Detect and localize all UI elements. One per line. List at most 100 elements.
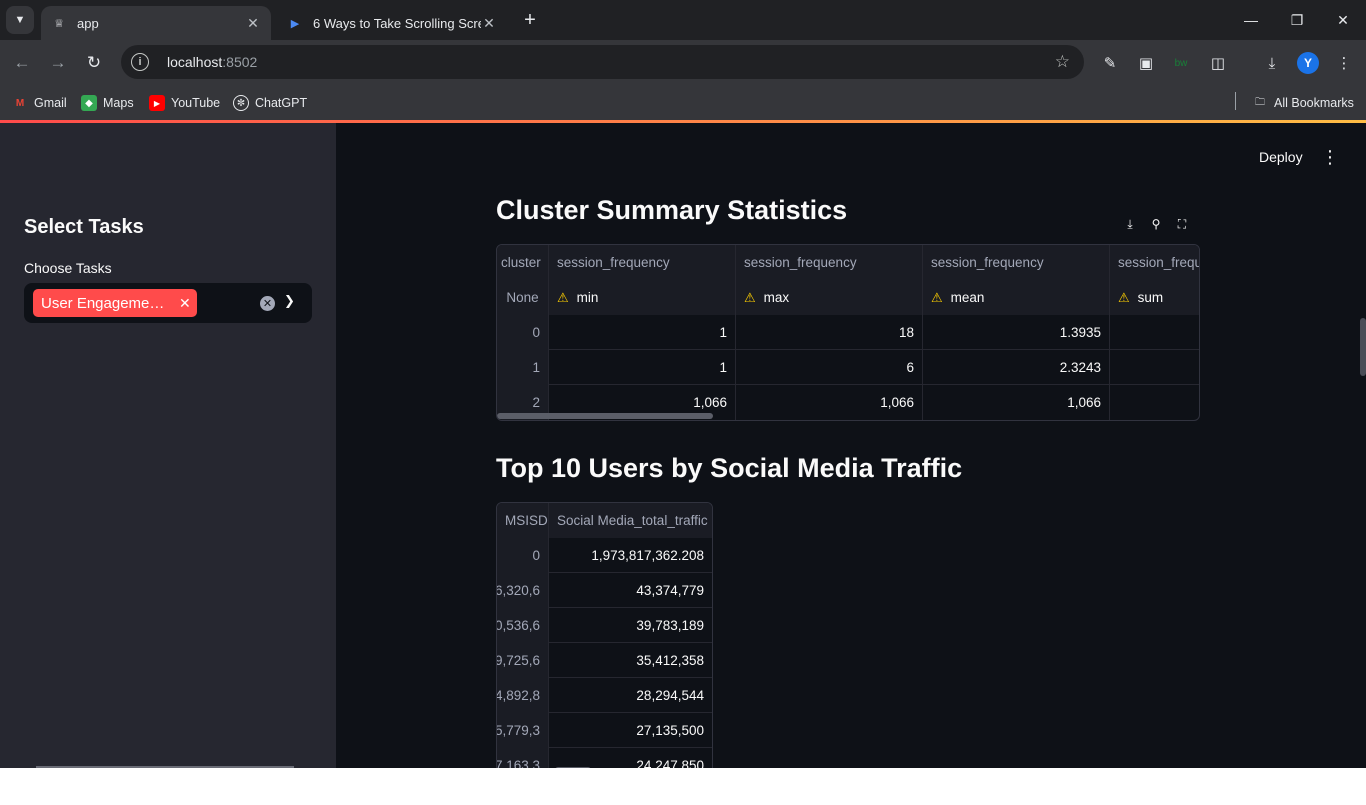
address-bar[interactable]: i localhost:8502 ☆	[121, 45, 1084, 79]
table-cell[interactable]: 1	[549, 315, 736, 350]
bookmark-chatgpt[interactable]: ✼ ChatGPT	[233, 93, 307, 113]
close-window-button[interactable]: ✕	[1320, 0, 1366, 40]
table-row[interactable]: 0 1,973,817,362.208	[497, 538, 712, 573]
task-multiselect[interactable]: User Engagement Analysis ✕ ✕ ❯	[24, 283, 312, 323]
browser-menu-icon[interactable]: ⋮	[1333, 52, 1355, 74]
table-row[interactable]: 0 1 18 1.3935	[497, 315, 1199, 350]
table-header-row: None ⚠ min ⚠ max ⚠ mean ⚠ sum	[497, 280, 1199, 315]
pen-tool-icon[interactable]: ✎	[1099, 52, 1121, 74]
column-header[interactable]: session_frequency	[736, 245, 923, 280]
table-cell[interactable]: 18	[736, 315, 923, 350]
row-index: 9,725,6	[497, 643, 549, 678]
tab-search-button[interactable]: ▼	[6, 6, 34, 34]
all-bookmarks[interactable]: 🗀 All Bookmarks	[1252, 93, 1354, 113]
table-cell[interactable]: 43,374,779	[549, 573, 712, 608]
table-header-row: MSISDN Social Media_total_traffic	[497, 503, 712, 538]
horizontal-scrollbar[interactable]	[497, 413, 713, 419]
bookmarks-divider	[1235, 92, 1236, 110]
clear-all-icon[interactable]: ✕	[260, 296, 275, 311]
deploy-button[interactable]: Deploy	[1259, 149, 1303, 165]
new-tab-button[interactable]: +	[518, 8, 542, 32]
top-users-table[interactable]: MSISDN Social Media_total_traffic 0 1,97…	[496, 502, 713, 768]
row-index: 1	[497, 350, 549, 385]
table-cell[interactable]: 1,973,817,362.208	[549, 538, 712, 573]
close-icon[interactable]: ✕	[481, 15, 497, 32]
back-button[interactable]: ←	[9, 50, 35, 76]
table-cell[interactable]: 39,783,189	[549, 608, 712, 643]
bookmark-label: Gmail	[34, 96, 67, 110]
fullscreen-icon[interactable]: ⛶	[1173, 215, 1191, 233]
column-header[interactable]: session_frequency	[549, 245, 736, 280]
table-cell[interactable]: 2.3243	[923, 350, 1110, 385]
table-cell[interactable]: 27,135,500	[549, 713, 712, 748]
url-text: localhost:8502	[167, 54, 257, 70]
reload-button[interactable]: ↻	[81, 50, 107, 76]
search-icon[interactable]: ⚲	[1147, 215, 1165, 233]
page-scrollbar[interactable]	[1360, 318, 1366, 376]
minimize-button[interactable]: —	[1228, 0, 1274, 40]
table-cell[interactable]: 1,066	[736, 385, 923, 420]
header-label: sum	[1137, 290, 1164, 305]
table-header-row: cluster session_frequency session_freque…	[497, 245, 1199, 280]
bookmark-maps[interactable]: ◆ Maps	[81, 93, 134, 113]
column-header[interactable]: ⚠ min	[549, 280, 736, 315]
table-cell[interactable]: 1,066	[923, 385, 1110, 420]
column-header[interactable]: cluster	[497, 245, 549, 280]
table-cell[interactable]: 1	[549, 350, 736, 385]
remove-chip-icon[interactable]: ✕	[179, 295, 191, 312]
column-header[interactable]: ⚠ sum	[1110, 280, 1199, 315]
chevron-down-icon[interactable]: ❯	[284, 293, 295, 309]
extensions-puzzle-icon[interactable]: ◫	[1207, 52, 1229, 74]
table-row[interactable]: 1 1 6 2.3243	[497, 350, 1199, 385]
multiselect-label: Choose Tasks	[24, 260, 112, 276]
table-cell[interactable]: 28,294,544	[549, 678, 712, 713]
selected-task-chip[interactable]: User Engagement Analysis ✕	[33, 289, 197, 317]
table-cell[interactable]	[1110, 315, 1199, 350]
download-icon[interactable]: ⤓	[1261, 52, 1283, 74]
table-cell[interactable]: 6	[736, 350, 923, 385]
forward-button[interactable]: →	[45, 50, 71, 76]
column-header[interactable]: None	[497, 280, 549, 315]
reload-icon: ↻	[86, 53, 102, 72]
table-row[interactable]: 7,163,3 24,247,850	[497, 748, 712, 768]
column-header[interactable]: ⚠ max	[736, 280, 923, 315]
row-index: 0	[497, 538, 549, 573]
table-cell[interactable]: 1.3935	[923, 315, 1110, 350]
top-users-title: Top 10 Users by Social Media Traffic	[496, 453, 963, 483]
download-icon[interactable]: ⤓	[1121, 215, 1139, 233]
chevron-down-icon: ▼	[14, 14, 26, 26]
bookmark-star-icon[interactable]: ☆	[1055, 52, 1070, 72]
dataframe-toolbar: ⤓ ⚲ ⛶	[1121, 215, 1191, 237]
app-menu-icon[interactable]: ⋮	[1321, 147, 1339, 168]
extension-bw-icon[interactable]: bw	[1170, 52, 1192, 74]
table-row[interactable]: 0,536,6 39,783,189	[497, 608, 712, 643]
table-cell[interactable]: 24,247,850	[549, 748, 712, 768]
table-cell[interactable]	[1110, 350, 1199, 385]
site-info-icon[interactable]: i	[131, 53, 149, 71]
bookmark-youtube[interactable]: ▶ YouTube	[149, 93, 220, 113]
row-index: 4,892,8	[497, 678, 549, 713]
column-header[interactable]: session_freque	[1110, 245, 1199, 280]
sidebar-heading: Select Tasks	[24, 216, 144, 238]
restore-button[interactable]: ❐	[1274, 0, 1320, 40]
table-row[interactable]: 5,779,3 27,135,500	[497, 713, 712, 748]
cluster-summary-table[interactable]: cluster session_frequency session_freque…	[496, 244, 1200, 421]
column-header[interactable]: MSISDN	[497, 503, 549, 538]
main-content: Deploy ⋮ Cluster Summary Statistics ⤓ ⚲ …	[336, 123, 1366, 768]
table-row[interactable]: 4,892,8 28,294,544	[497, 678, 712, 713]
row-index: 0	[497, 315, 549, 350]
tab-app[interactable]: ♕ app ✕	[41, 6, 271, 40]
row-index: 5,779,3	[497, 713, 549, 748]
column-header[interactable]: ⚠ mean	[923, 280, 1110, 315]
table-cell[interactable]: 35,412,358	[549, 643, 712, 678]
close-icon[interactable]: ✕	[245, 15, 261, 32]
table-row[interactable]: 9,725,6 35,412,358	[497, 643, 712, 678]
bookmark-gmail[interactable]: M Gmail	[12, 93, 67, 113]
profile-avatar[interactable]: Y	[1297, 52, 1319, 74]
column-header[interactable]: Social Media_total_traffic	[549, 503, 712, 538]
column-header[interactable]: session_frequency	[923, 245, 1110, 280]
tab-article[interactable]: ▶ 6 Ways to Take Scrolling Screen ✕	[277, 6, 507, 40]
table-cell[interactable]	[1110, 385, 1199, 420]
table-row[interactable]: 6,320,6 43,374,779	[497, 573, 712, 608]
picture-in-picture-icon[interactable]: ▣	[1135, 52, 1157, 74]
